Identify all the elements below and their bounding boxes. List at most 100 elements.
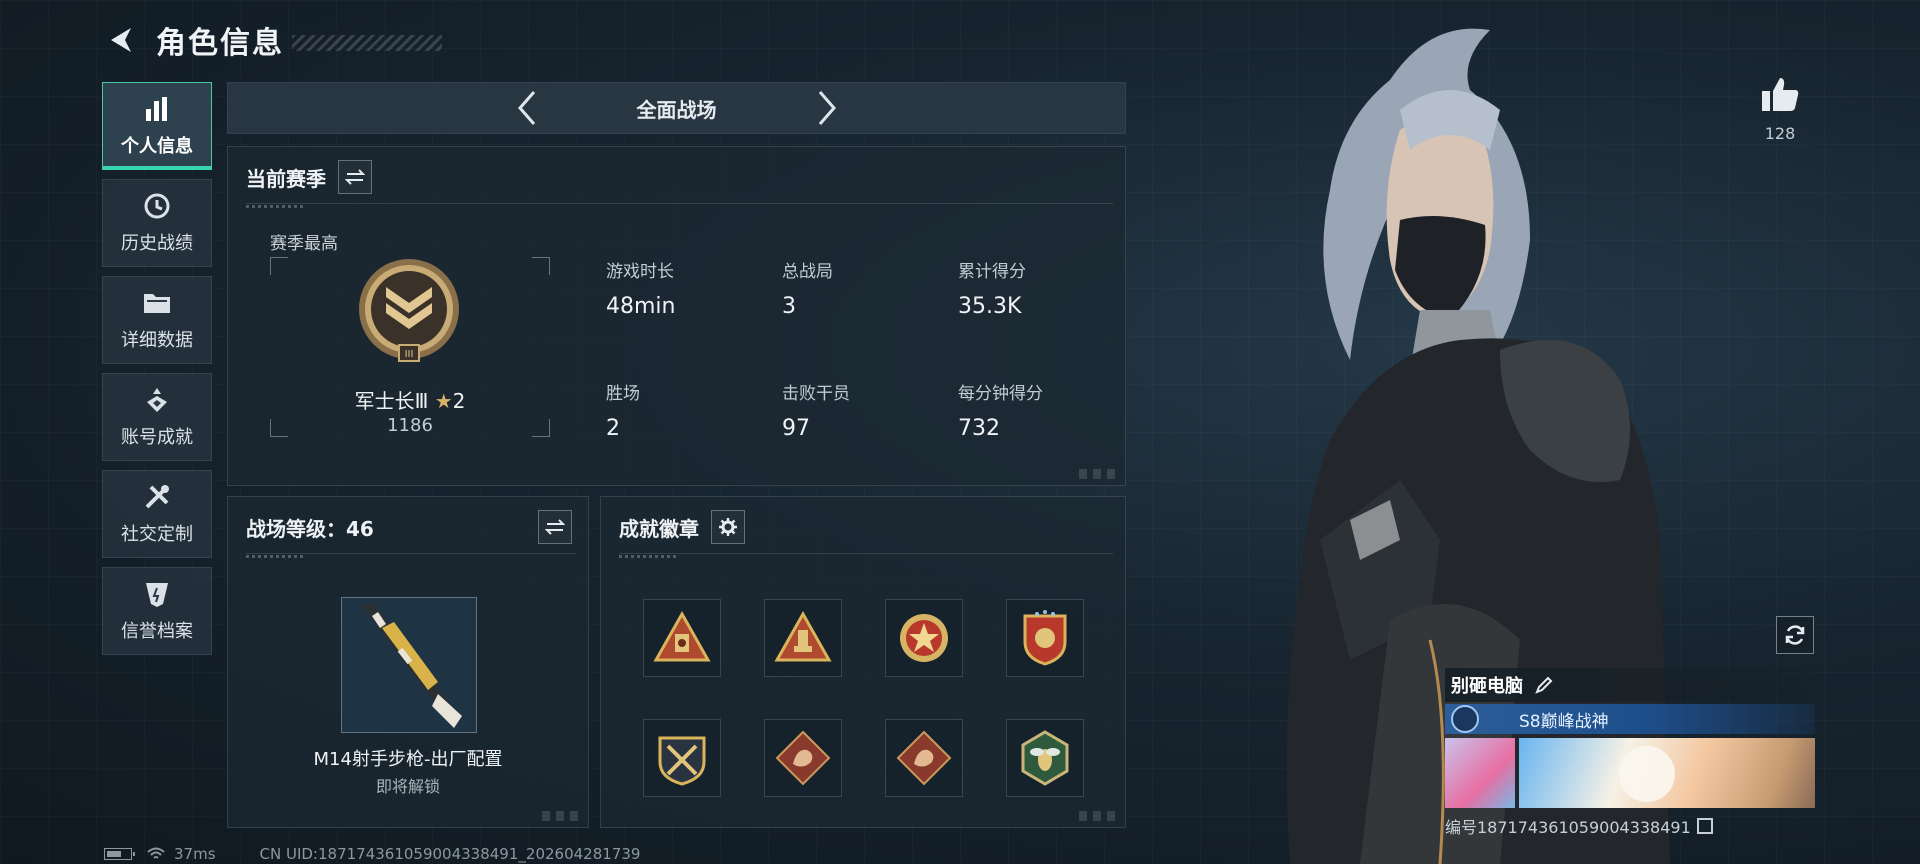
badges-title: 成就徽章 [619,516,699,541]
star-medal-icon [900,614,948,662]
stat-label: 每分钟得分 [958,384,1043,404]
rank-frame: III 军士长Ⅲ ★2 1186 [270,257,550,437]
crossed-shield-icon [658,736,706,786]
level-switch-button[interactable] [538,510,572,544]
stat-value: 48min [606,294,676,319]
swap-icon [545,519,565,535]
player-name: 别砸电脑 [1451,676,1523,697]
season-switch-button[interactable] [338,160,372,194]
copy-icon[interactable] [1696,818,1713,834]
banner-art [1519,738,1815,808]
gear-icon [719,518,737,536]
player-title-bar: S8巅峰战神 [1445,704,1815,734]
status-footer: 37ms CN UID:1871743610590043384​91_20260… [104,844,640,864]
battlefield-level-panel: 战场等级：46 M14射手步枪-出厂配置 即将解锁 [227,496,589,828]
badge-star-medal[interactable] [885,599,963,677]
stat-value: 97 [782,416,810,441]
stat-value: 2 [606,416,620,441]
stat-value: 3 [782,294,796,319]
stat-label: 胜场 [606,384,640,404]
player-title: S8巅峰战神 [1519,711,1609,732]
stat-label: 游戏时长 [606,262,674,282]
nav-label: 详细数据 [121,330,193,351]
bee-hexagon-icon [1021,730,1069,786]
divider [246,553,576,558]
stat-total-matches: 总战局 3 [782,257,833,319]
rank-name-text: 军士长Ⅲ [354,389,429,413]
triangle-medal-icon [774,610,832,662]
mode-selector: 全面战场 [227,82,1126,134]
level-title: 战场等级：46 [246,516,374,541]
season-best-label: 赛季最高 [270,234,338,254]
nav-label: 社交定制 [121,524,193,545]
avatar [1445,738,1515,808]
shield-medal-icon [1023,610,1067,666]
rank-score: 1186 [387,415,433,436]
like-button[interactable]: 128 [1756,76,1804,143]
page-title: 角色信息 [156,26,284,61]
shield-emblem-icon [142,579,172,609]
dragon-badge-icon [896,730,952,786]
mode-next-button[interactable] [807,86,847,130]
rank-emblem-icon: III [359,259,459,362]
mode-prev-button[interactable] [507,86,547,130]
badge-bee-hexagon[interactable] [1006,719,1084,797]
badge-dragon-2[interactable] [885,719,963,797]
weapon-name: M14射手步枪-出厂配置 [313,749,503,770]
stat-label: 累计得分 [958,262,1026,282]
folder-icon [142,288,172,318]
edit-name-button[interactable] [1533,674,1555,696]
star-icon: ★ [434,389,453,413]
stat-value: 35.3K [958,294,1022,319]
nav-label: 信誉档案 [121,621,193,642]
badge-dragon-1[interactable] [764,719,842,797]
player-card: 别砸电脑 S8巅峰战神 编号1871743610590043384​91 [1445,668,1815,838]
page-header: 角色信息 [102,18,442,62]
achievement-badges-panel: 成就徽章 [600,496,1126,828]
corner-decoration [542,811,582,821]
refresh-button[interactable] [1776,616,1814,654]
badge-shield-medal[interactable] [1006,599,1084,677]
divider [246,203,1113,208]
weapon-unlock-status: 即将解锁 [375,777,440,796]
ping-text: 37ms [174,845,216,863]
weapon-card[interactable] [341,597,477,733]
badge-triangle-medal-2[interactable] [764,599,842,677]
pencil-icon [1535,676,1553,694]
nav-item-history[interactable]: 历史战绩 [102,179,212,267]
badges-settings-button[interactable] [711,510,745,544]
season-title: 当前赛季 [246,166,326,191]
rank-name: 军士长Ⅲ ★2 [270,385,550,414]
badge-triangle-medal-1[interactable] [643,599,721,677]
nav-item-personal-info[interactable]: 个人信息 [102,82,212,170]
stat-label: 击败干员 [782,384,850,404]
side-nav: 个人信息 历史战绩 详细数据 账号成就 社交定制 信誉档案 [102,82,212,664]
triangle-medal-icon [653,610,711,662]
stat-play-time: 游戏时长 48min [606,257,675,319]
history-clock-icon [142,191,172,221]
badge-crossed-shield[interactable] [643,719,721,797]
stat-score-per-minute: 每分钟得分 732 [958,379,1043,441]
corner-decoration [1079,469,1119,479]
tools-icon [142,482,172,512]
thumbs-up-icon [1762,78,1799,111]
chevron-right-icon [818,91,836,125]
dragon-badge-icon [775,730,831,786]
player-banner [1445,738,1815,808]
nav-item-credit[interactable]: 信誉档案 [102,567,212,655]
refresh-icon [1785,625,1805,645]
chevron-left-icon [517,91,535,125]
achievement-icon [142,385,172,415]
title-decoration [292,35,442,51]
battery-icon [104,848,135,860]
nav-item-achievements[interactable]: 账号成就 [102,373,212,461]
nav-item-detailed-data[interactable]: 详细数据 [102,276,212,364]
back-button[interactable] [102,21,140,59]
rank-stars: 2 [452,389,466,413]
stat-total-score: 累计得分 35.3K [958,257,1026,319]
nav-item-social[interactable]: 社交定制 [102,470,212,558]
like-count: 128 [1764,124,1796,143]
bar-chart-icon [142,94,172,124]
back-arrow-icon [111,28,131,52]
swap-icon [345,169,365,185]
